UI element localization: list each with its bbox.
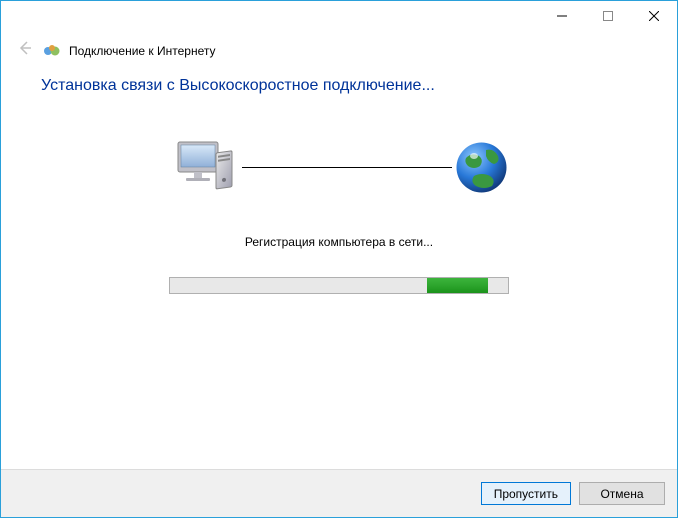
network-center-icon <box>43 42 61 60</box>
status-text: Регистрация компьютера в сети... <box>41 235 637 249</box>
close-icon <box>649 11 659 21</box>
header: Подключение к Интернету <box>1 31 677 77</box>
maximize-icon <box>603 11 613 21</box>
footer: Пропустить Отмена <box>1 469 677 517</box>
progress-bar <box>169 277 509 294</box>
back-button <box>15 39 35 63</box>
back-arrow-icon <box>16 39 34 57</box>
minimize-icon <box>557 11 567 21</box>
cancel-button[interactable]: Отмена <box>579 482 665 505</box>
close-button[interactable] <box>631 1 677 31</box>
connection-illustration <box>41 137 637 197</box>
computer-icon <box>170 137 240 197</box>
connection-line <box>242 167 452 168</box>
progress-fill <box>427 278 488 293</box>
maximize-button[interactable] <box>585 1 631 31</box>
page-title: Установка связи с Высокоскоростное подкл… <box>41 77 637 95</box>
window-controls <box>539 1 677 31</box>
titlebar <box>1 1 677 31</box>
globe-icon <box>454 140 509 195</box>
skip-button[interactable]: Пропустить <box>481 482 571 505</box>
minimize-button[interactable] <box>539 1 585 31</box>
content-area: Установка связи с Высокоскоростное подкл… <box>1 77 677 294</box>
window-title: Подключение к Интернету <box>69 44 216 58</box>
